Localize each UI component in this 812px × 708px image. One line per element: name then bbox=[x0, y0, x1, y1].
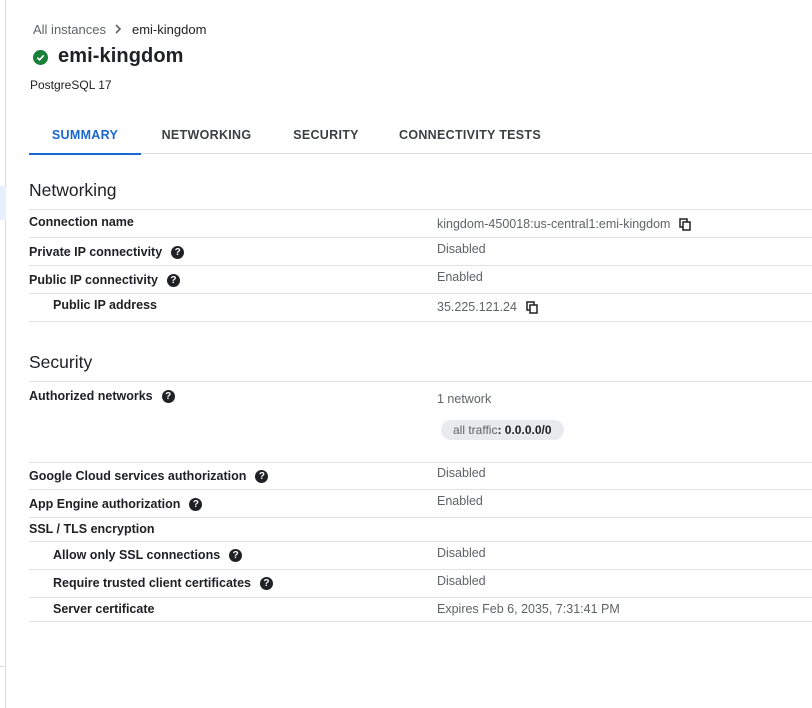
nav-rail-highlight bbox=[0, 186, 6, 220]
private-ip-label-group: Private IP connectivity ? bbox=[29, 245, 185, 259]
private-ip-label: Private IP connectivity bbox=[29, 245, 163, 259]
breadcrumb-all-instances-link[interactable]: All instances bbox=[33, 22, 106, 37]
help-icon[interactable]: ? bbox=[189, 497, 203, 511]
nav-rail-divider bbox=[0, 666, 6, 667]
allow-only-ssl-value: Disabled bbox=[437, 546, 486, 560]
allow-only-ssl-label: Allow only SSL connections bbox=[53, 548, 221, 562]
ssl-tls-row: SSL / TLS encryption bbox=[29, 518, 812, 542]
help-icon[interactable]: ? bbox=[171, 245, 185, 259]
check-circle-icon bbox=[33, 49, 48, 65]
gcs-authorization-row: Google Cloud services authorization ? Di… bbox=[29, 463, 812, 490]
tab-networking[interactable]: NETWORKING bbox=[141, 116, 272, 154]
network-chip[interactable]: all traffic : 0.0.0.0/0 bbox=[441, 420, 564, 440]
authorized-networks-label-group: Authorized networks ? bbox=[29, 389, 175, 403]
private-ip-value: Disabled bbox=[437, 242, 486, 256]
connection-name-row: Connection name kingdom-450018:us-centra… bbox=[29, 209, 812, 238]
help-icon[interactable]: ? bbox=[166, 273, 180, 287]
app-engine-authorization-label-group: App Engine authorization ? bbox=[29, 497, 203, 511]
trusted-client-certs-value: Disabled bbox=[437, 574, 486, 588]
connection-name-value-group: kingdom-450018:us-central1:emi-kingdom bbox=[437, 217, 692, 231]
trusted-client-certs-row: Require trusted client certificates ? Di… bbox=[29, 570, 812, 598]
public-ip-address-value: 35.225.121.24 bbox=[437, 300, 517, 314]
help-icon[interactable]: ? bbox=[259, 576, 273, 590]
connection-name-label: Connection name bbox=[29, 215, 134, 229]
allow-only-ssl-row: Allow only SSL connections ? Disabled bbox=[29, 542, 812, 570]
help-icon[interactable]: ? bbox=[161, 389, 175, 403]
authorized-networks-row: Authorized networks ? 1 network all traf… bbox=[29, 381, 812, 463]
app-engine-authorization-value: Enabled bbox=[437, 494, 483, 508]
tab-connectivity-tests[interactable]: CONNECTIVITY TESTS bbox=[380, 116, 560, 154]
public-ip-address-label: Public IP address bbox=[53, 298, 157, 312]
breadcrumb-current: emi-kingdom bbox=[131, 21, 207, 37]
authorized-networks-value: 1 network bbox=[437, 392, 492, 406]
public-ip-row: Public IP connectivity ? Enabled bbox=[29, 266, 812, 294]
app-engine-authorization-row: App Engine authorization ? Enabled bbox=[29, 490, 812, 518]
page-title: emi-kingdom bbox=[58, 44, 184, 67]
network-chip-key: all traffic bbox=[453, 423, 498, 437]
trusted-client-certs-label-group: Require trusted client certificates ? bbox=[53, 576, 273, 590]
gcs-authorization-label-group: Google Cloud services authorization ? bbox=[29, 469, 269, 483]
allow-only-ssl-label-group: Allow only SSL connections ? bbox=[53, 548, 243, 562]
app-engine-authorization-label: App Engine authorization bbox=[29, 497, 181, 511]
chevron-right-icon bbox=[114, 24, 122, 34]
server-certificate-row: Server certificate Expires Feb 6, 2035, … bbox=[29, 598, 812, 622]
database-version: PostgreSQL 17 bbox=[30, 78, 112, 92]
ssl-tls-label: SSL / TLS encryption bbox=[29, 522, 155, 536]
authorized-networks-label: Authorized networks bbox=[29, 389, 153, 403]
gcs-authorization-label: Google Cloud services authorization bbox=[29, 469, 247, 483]
public-ip-label-group: Public IP connectivity ? bbox=[29, 273, 180, 287]
copy-icon[interactable] bbox=[679, 217, 692, 231]
public-ip-address-row: Public IP address 35.225.121.24 bbox=[29, 294, 812, 322]
server-certificate-value: Expires Feb 6, 2035, 7:31:41 PM bbox=[437, 602, 620, 616]
copy-icon[interactable] bbox=[526, 300, 538, 314]
security-section-title: Security bbox=[29, 352, 93, 372]
private-ip-row: Private IP connectivity ? Disabled bbox=[29, 238, 812, 266]
help-icon[interactable]: ? bbox=[229, 548, 243, 562]
public-ip-value: Enabled bbox=[437, 270, 483, 284]
trusted-client-certs-label: Require trusted client certificates bbox=[53, 576, 251, 590]
left-nav-rail bbox=[0, 0, 6, 708]
gcs-authorization-value: Disabled bbox=[437, 466, 486, 480]
tab-security[interactable]: SECURITY bbox=[272, 116, 380, 154]
help-icon[interactable]: ? bbox=[255, 469, 269, 483]
public-ip-address-value-group: 35.225.121.24 bbox=[437, 300, 538, 314]
tab-summary[interactable]: SUMMARY bbox=[29, 116, 141, 155]
networking-section-title: Networking bbox=[29, 180, 117, 200]
breadcrumb: All instances emi-kingdom bbox=[33, 20, 206, 38]
server-certificate-label: Server certificate bbox=[53, 602, 155, 616]
tab-bar: SUMMARY NETWORKING SECURITY CONNECTIVITY… bbox=[29, 116, 812, 155]
connection-name-value: kingdom-450018:us-central1:emi-kingdom bbox=[437, 217, 671, 231]
page-header: emi-kingdom bbox=[33, 43, 184, 69]
public-ip-label: Public IP connectivity bbox=[29, 273, 158, 287]
network-chip-value: : 0.0.0.0/0 bbox=[497, 423, 552, 437]
